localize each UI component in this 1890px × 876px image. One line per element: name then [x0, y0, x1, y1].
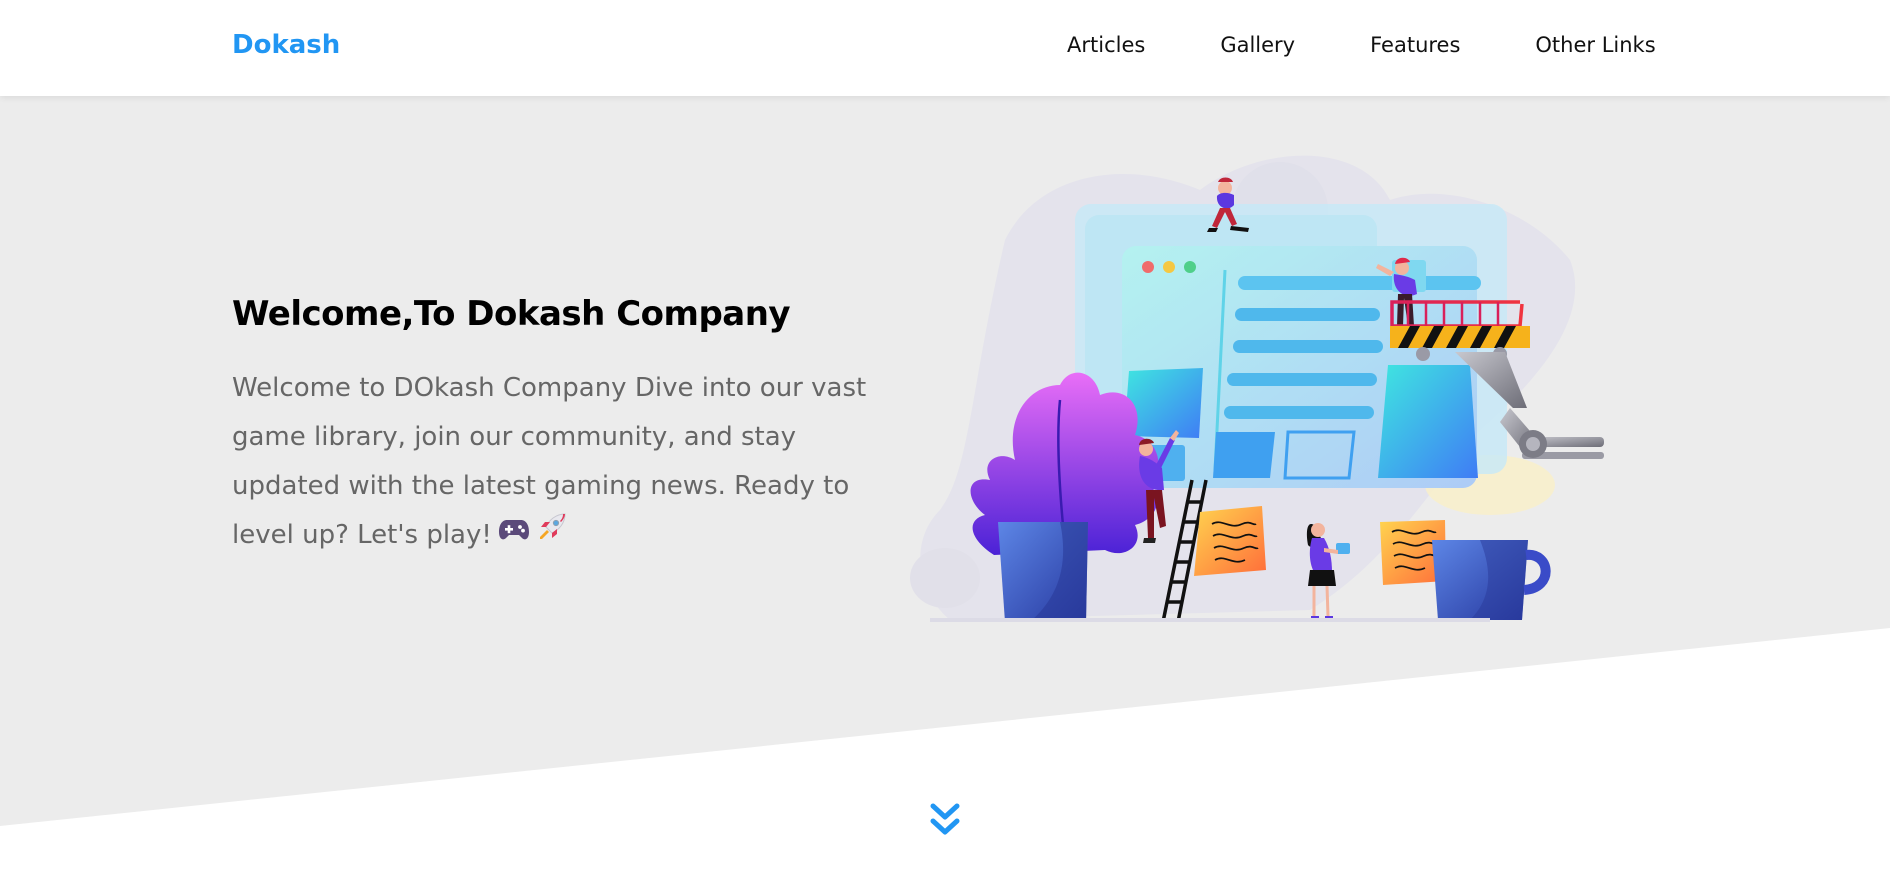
site-header: Dokash Articles Gallery Features Other L…: [0, 0, 1890, 96]
nav-link-features[interactable]: Features: [1370, 33, 1460, 57]
nav-link-gallery[interactable]: Gallery: [1220, 33, 1295, 57]
scroll-down-button[interactable]: [925, 800, 965, 840]
hero-description: Welcome to DOkash Company Dive into our …: [232, 364, 872, 560]
nav-link-articles[interactable]: Articles: [1067, 33, 1145, 57]
hero-title: Welcome,To Dokash Company: [232, 294, 791, 334]
nav-link-other-links[interactable]: Other Links: [1535, 33, 1655, 57]
rocket-icon: [536, 511, 568, 560]
double-chevron-down-icon: [930, 803, 960, 835]
hero-illustration: [910, 155, 1604, 622]
game-controller-icon: [498, 511, 530, 560]
site-logo[interactable]: Dokash: [232, 30, 340, 60]
main-nav: Articles Gallery Features Other Links: [1067, 33, 1656, 57]
